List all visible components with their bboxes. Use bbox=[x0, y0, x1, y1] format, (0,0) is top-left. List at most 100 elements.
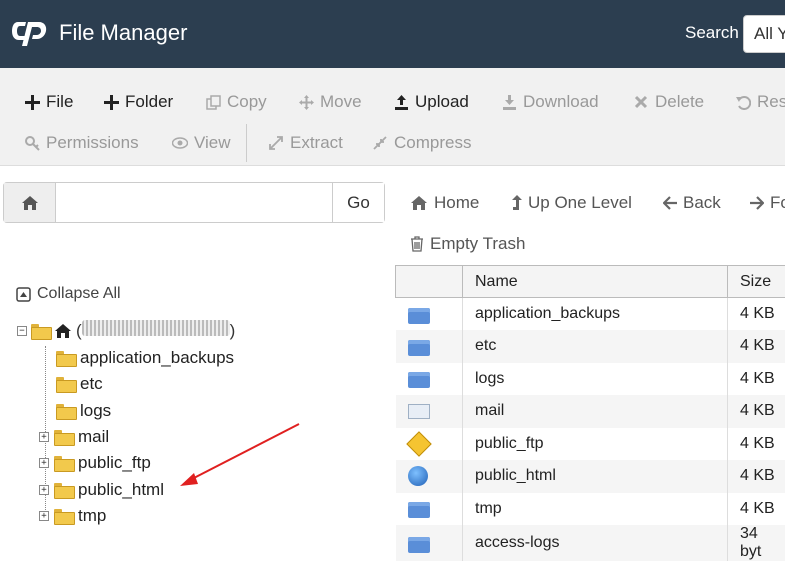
compress-icon bbox=[372, 135, 388, 151]
copy-button[interactable]: Copy bbox=[205, 92, 267, 112]
tree-item-tmp[interactable]: + tmp bbox=[39, 506, 106, 526]
new-folder-label: Folder bbox=[125, 92, 173, 112]
name-column-header[interactable]: Name bbox=[463, 266, 728, 298]
home-icon bbox=[410, 195, 428, 211]
tree-item-label: application_backups bbox=[80, 348, 234, 368]
plus-icon bbox=[103, 94, 119, 110]
file-name: public_ftp bbox=[463, 428, 728, 461]
empty-trash-button[interactable]: Empty Trash bbox=[410, 234, 525, 254]
table-row[interactable]: application_backups 4 KB bbox=[396, 298, 785, 331]
plus-icon bbox=[24, 94, 40, 110]
restore-icon bbox=[735, 94, 751, 110]
tree-item-logs[interactable]: logs bbox=[56, 401, 111, 421]
table-row[interactable]: public_ftp 4 KB bbox=[396, 428, 785, 461]
file-name: etc bbox=[463, 330, 728, 363]
collapse-all-button[interactable]: Collapse All bbox=[16, 285, 121, 303]
tree-item-mail[interactable]: + mail bbox=[39, 427, 109, 447]
expand-toggle-icon[interactable]: + bbox=[39, 432, 49, 442]
up-one-level-button[interactable]: Up One Level bbox=[512, 193, 632, 213]
collapse-all-label: Collapse All bbox=[37, 285, 121, 303]
download-button[interactable]: Download bbox=[501, 92, 599, 112]
tree-item-label: tmp bbox=[78, 506, 106, 526]
tree-item-etc[interactable]: etc bbox=[56, 374, 103, 394]
folder-icon bbox=[408, 502, 430, 518]
table-row[interactable]: etc 4 KB bbox=[396, 330, 785, 363]
extract-label: Extract bbox=[290, 133, 343, 153]
cpanel-logo bbox=[12, 18, 50, 46]
size-column-header[interactable]: Size bbox=[728, 266, 785, 298]
nav-home-label: Home bbox=[434, 193, 479, 213]
permissions-button[interactable]: Permissions bbox=[24, 133, 139, 153]
arrow-left-icon bbox=[663, 196, 677, 210]
tree-item-application-backups[interactable]: application_backups bbox=[56, 348, 234, 368]
copy-icon bbox=[205, 94, 221, 110]
path-input[interactable] bbox=[56, 183, 332, 222]
restore-button[interactable]: Rest bbox=[735, 92, 785, 112]
app-header: File Manager Search All Y bbox=[0, 0, 785, 68]
file-name: application_backups bbox=[463, 298, 728, 331]
folder-icon bbox=[56, 377, 75, 391]
folder-icon bbox=[56, 404, 75, 418]
path-home-button[interactable] bbox=[4, 183, 56, 222]
file-size: 4 KB bbox=[728, 395, 785, 428]
trash-icon bbox=[410, 236, 424, 252]
file-size: 4 KB bbox=[728, 493, 785, 526]
redacted-username: () bbox=[76, 320, 235, 341]
folder-icon bbox=[54, 509, 73, 523]
home-icon bbox=[54, 323, 72, 339]
tree-item-label: etc bbox=[80, 374, 103, 394]
tree-item-public-ftp[interactable]: + public_ftp bbox=[39, 453, 151, 473]
table-row[interactable]: tmp 4 KB bbox=[396, 493, 785, 526]
view-button[interactable]: View bbox=[172, 133, 231, 153]
table-header-row: Name Size bbox=[396, 266, 785, 298]
arrow-right-icon bbox=[750, 196, 764, 210]
forward-button[interactable]: Fo bbox=[750, 193, 785, 213]
icon-column-header[interactable] bbox=[396, 266, 463, 298]
table-row[interactable]: mail 4 KB bbox=[396, 395, 785, 428]
back-button[interactable]: Back bbox=[663, 193, 721, 213]
file-size: 4 KB bbox=[728, 428, 785, 461]
globe-icon bbox=[408, 466, 428, 486]
nav-home-button[interactable]: Home bbox=[410, 193, 479, 213]
folder-icon bbox=[408, 537, 430, 553]
folder-icon bbox=[408, 372, 430, 388]
new-folder-button[interactable]: Folder bbox=[103, 92, 173, 112]
table-row[interactable]: public_html 4 KB bbox=[396, 460, 785, 493]
tree-item-public-html[interactable]: + public_html bbox=[39, 480, 164, 500]
delete-label: Delete bbox=[655, 92, 704, 112]
delete-button[interactable]: Delete bbox=[633, 92, 704, 112]
folder-icon bbox=[54, 483, 73, 497]
mail-icon bbox=[408, 404, 430, 419]
expand-toggle-icon[interactable]: + bbox=[39, 511, 49, 521]
collapse-toggle-icon[interactable]: − bbox=[17, 326, 27, 336]
key-icon bbox=[24, 135, 40, 151]
folder-icon bbox=[56, 351, 75, 365]
tree-root[interactable]: − () bbox=[17, 320, 235, 341]
folder-icon bbox=[408, 308, 430, 324]
expand-toggle-icon[interactable]: + bbox=[39, 458, 49, 468]
search-label: Search bbox=[685, 23, 739, 43]
expand-toggle-icon[interactable]: + bbox=[39, 485, 49, 495]
go-button[interactable]: Go bbox=[332, 183, 384, 222]
up-one-level-label: Up One Level bbox=[528, 193, 632, 213]
compress-button[interactable]: Compress bbox=[372, 133, 471, 153]
home-icon bbox=[21, 195, 39, 211]
folder-icon bbox=[54, 430, 73, 444]
level-up-icon bbox=[512, 195, 522, 211]
search-scope-select[interactable]: All Y bbox=[743, 15, 785, 53]
file-table: Name Size application_backups 4 KB etc 4… bbox=[395, 265, 785, 561]
back-label: Back bbox=[683, 193, 721, 213]
app-title: File Manager bbox=[59, 20, 187, 46]
new-file-label: File bbox=[46, 92, 73, 112]
file-size: 4 KB bbox=[728, 363, 785, 396]
new-file-button[interactable]: File bbox=[24, 92, 73, 112]
extract-button[interactable]: Extract bbox=[268, 133, 343, 153]
move-button[interactable]: Move bbox=[298, 92, 362, 112]
open-folder-icon bbox=[31, 324, 50, 338]
eye-icon bbox=[172, 135, 188, 151]
upload-button[interactable]: Upload bbox=[393, 92, 469, 112]
table-row[interactable]: logs 4 KB bbox=[396, 363, 785, 396]
forward-label: Fo bbox=[770, 193, 785, 213]
file-name: logs bbox=[463, 363, 728, 396]
compress-label: Compress bbox=[394, 133, 471, 153]
